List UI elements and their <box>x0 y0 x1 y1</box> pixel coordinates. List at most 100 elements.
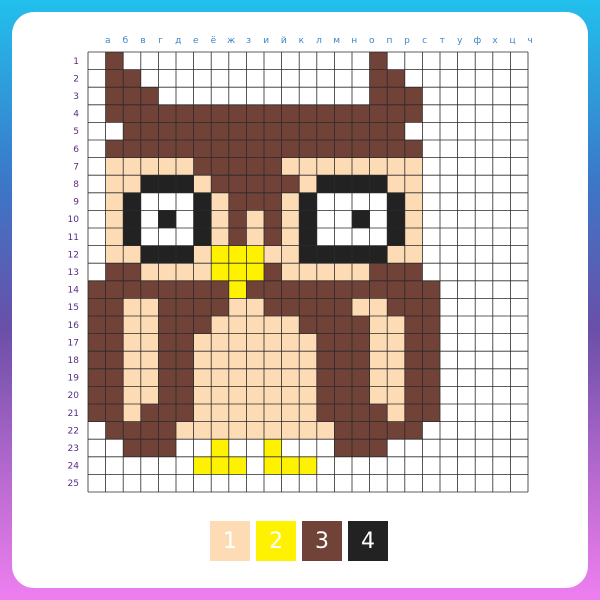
grid-cell[interactable] <box>246 386 265 405</box>
grid-cell[interactable] <box>475 263 494 282</box>
grid-cell[interactable] <box>475 192 494 211</box>
grid-cell[interactable] <box>404 263 423 282</box>
grid-cell[interactable] <box>123 69 142 88</box>
grid-cell[interactable] <box>492 404 511 422</box>
grid-cell[interactable] <box>193 404 212 422</box>
grid-cell[interactable] <box>352 157 370 176</box>
grid-cell[interactable] <box>404 69 423 88</box>
grid-cell[interactable] <box>140 421 159 440</box>
grid-cell[interactable] <box>299 474 318 493</box>
grid-cell[interactable] <box>176 52 194 70</box>
grid-cell[interactable] <box>88 122 106 141</box>
grid-cell[interactable] <box>299 69 318 88</box>
grid-cell[interactable] <box>352 192 370 211</box>
grid-cell[interactable] <box>176 192 194 211</box>
grid-cell[interactable] <box>246 175 265 194</box>
grid-cell[interactable] <box>193 351 212 370</box>
grid-cell[interactable] <box>510 192 529 211</box>
grid-cell[interactable] <box>158 368 177 387</box>
grid-cell[interactable] <box>475 386 494 405</box>
grid-cell[interactable] <box>422 228 441 246</box>
grid-cell[interactable] <box>475 87 494 106</box>
grid-cell[interactable] <box>158 210 177 229</box>
grid-cell[interactable] <box>211 386 230 405</box>
grid-cell[interactable] <box>457 140 476 158</box>
grid-cell[interactable] <box>105 263 124 282</box>
grid-cell[interactable] <box>387 140 406 158</box>
grid-cell[interactable] <box>176 140 194 158</box>
grid-cell[interactable] <box>352 456 370 475</box>
grid-cell[interactable] <box>105 456 124 475</box>
grid-cell[interactable] <box>158 52 177 70</box>
grid-cell[interactable] <box>88 263 106 282</box>
grid-cell[interactable] <box>264 210 282 229</box>
grid-cell[interactable] <box>352 228 370 246</box>
grid-cell[interactable] <box>387 368 406 387</box>
grid-cell[interactable] <box>316 333 335 352</box>
grid-cell[interactable] <box>176 69 194 88</box>
grid-cell[interactable] <box>334 298 353 317</box>
grid-cell[interactable] <box>422 87 441 106</box>
grid-cell[interactable] <box>510 456 529 475</box>
grid-cell[interactable] <box>387 122 406 141</box>
grid-cell[interactable] <box>492 140 511 158</box>
grid-cell[interactable] <box>246 316 265 334</box>
grid-cell[interactable] <box>334 52 353 70</box>
grid-cell[interactable] <box>158 298 177 317</box>
grid-cell[interactable] <box>193 456 212 475</box>
grid-cell[interactable] <box>228 439 247 458</box>
grid-cell[interactable] <box>334 333 353 352</box>
grid-cell[interactable] <box>422 333 441 352</box>
grid-cell[interactable] <box>158 333 177 352</box>
grid-cell[interactable] <box>492 122 511 141</box>
grid-cell[interactable] <box>334 245 353 264</box>
grid-cell[interactable] <box>440 140 458 158</box>
grid-cell[interactable] <box>510 87 529 106</box>
grid-cell[interactable] <box>334 404 353 422</box>
grid-cell[interactable] <box>440 386 458 405</box>
grid-cell[interactable] <box>140 263 159 282</box>
grid-cell[interactable] <box>352 474 370 493</box>
grid-cell[interactable] <box>140 157 159 176</box>
grid-cell[interactable] <box>228 404 247 422</box>
grid-cell[interactable] <box>228 175 247 194</box>
grid-cell[interactable] <box>440 210 458 229</box>
grid-cell[interactable] <box>387 316 406 334</box>
grid-cell[interactable] <box>228 122 247 141</box>
grid-cell[interactable] <box>492 157 511 176</box>
grid-cell[interactable] <box>123 404 142 422</box>
grid-cell[interactable] <box>299 175 318 194</box>
grid-cell[interactable] <box>510 351 529 370</box>
grid-cell[interactable] <box>281 386 300 405</box>
grid-cell[interactable] <box>158 456 177 475</box>
grid-cell[interactable] <box>334 192 353 211</box>
grid-cell[interactable] <box>387 104 406 123</box>
grid-cell[interactable] <box>140 404 159 422</box>
grid-cell[interactable] <box>88 69 106 88</box>
grid-cell[interactable] <box>246 122 265 141</box>
grid-cell[interactable] <box>387 351 406 370</box>
grid-cell[interactable] <box>158 404 177 422</box>
grid-cell[interactable] <box>140 386 159 405</box>
grid-cell[interactable] <box>492 263 511 282</box>
grid-cell[interactable] <box>510 474 529 493</box>
grid-cell[interactable] <box>193 69 212 88</box>
grid-cell[interactable] <box>510 140 529 158</box>
grid-cell[interactable] <box>176 439 194 458</box>
grid-cell[interactable] <box>246 52 265 70</box>
grid-cell[interactable] <box>404 351 423 370</box>
grid-cell[interactable] <box>299 210 318 229</box>
grid-cell[interactable] <box>369 386 388 405</box>
grid-cell[interactable] <box>246 439 265 458</box>
grid-cell[interactable] <box>387 298 406 317</box>
grid-cell[interactable] <box>264 439 282 458</box>
grid-cell[interactable] <box>510 210 529 229</box>
grid-cell[interactable] <box>211 421 230 440</box>
grid-cell[interactable] <box>228 69 247 88</box>
grid-cell[interactable] <box>316 122 335 141</box>
grid-cell[interactable] <box>422 122 441 141</box>
grid-cell[interactable] <box>246 263 265 282</box>
grid-cell[interactable] <box>475 404 494 422</box>
grid-cell[interactable] <box>88 439 106 458</box>
grid-cell[interactable] <box>352 263 370 282</box>
